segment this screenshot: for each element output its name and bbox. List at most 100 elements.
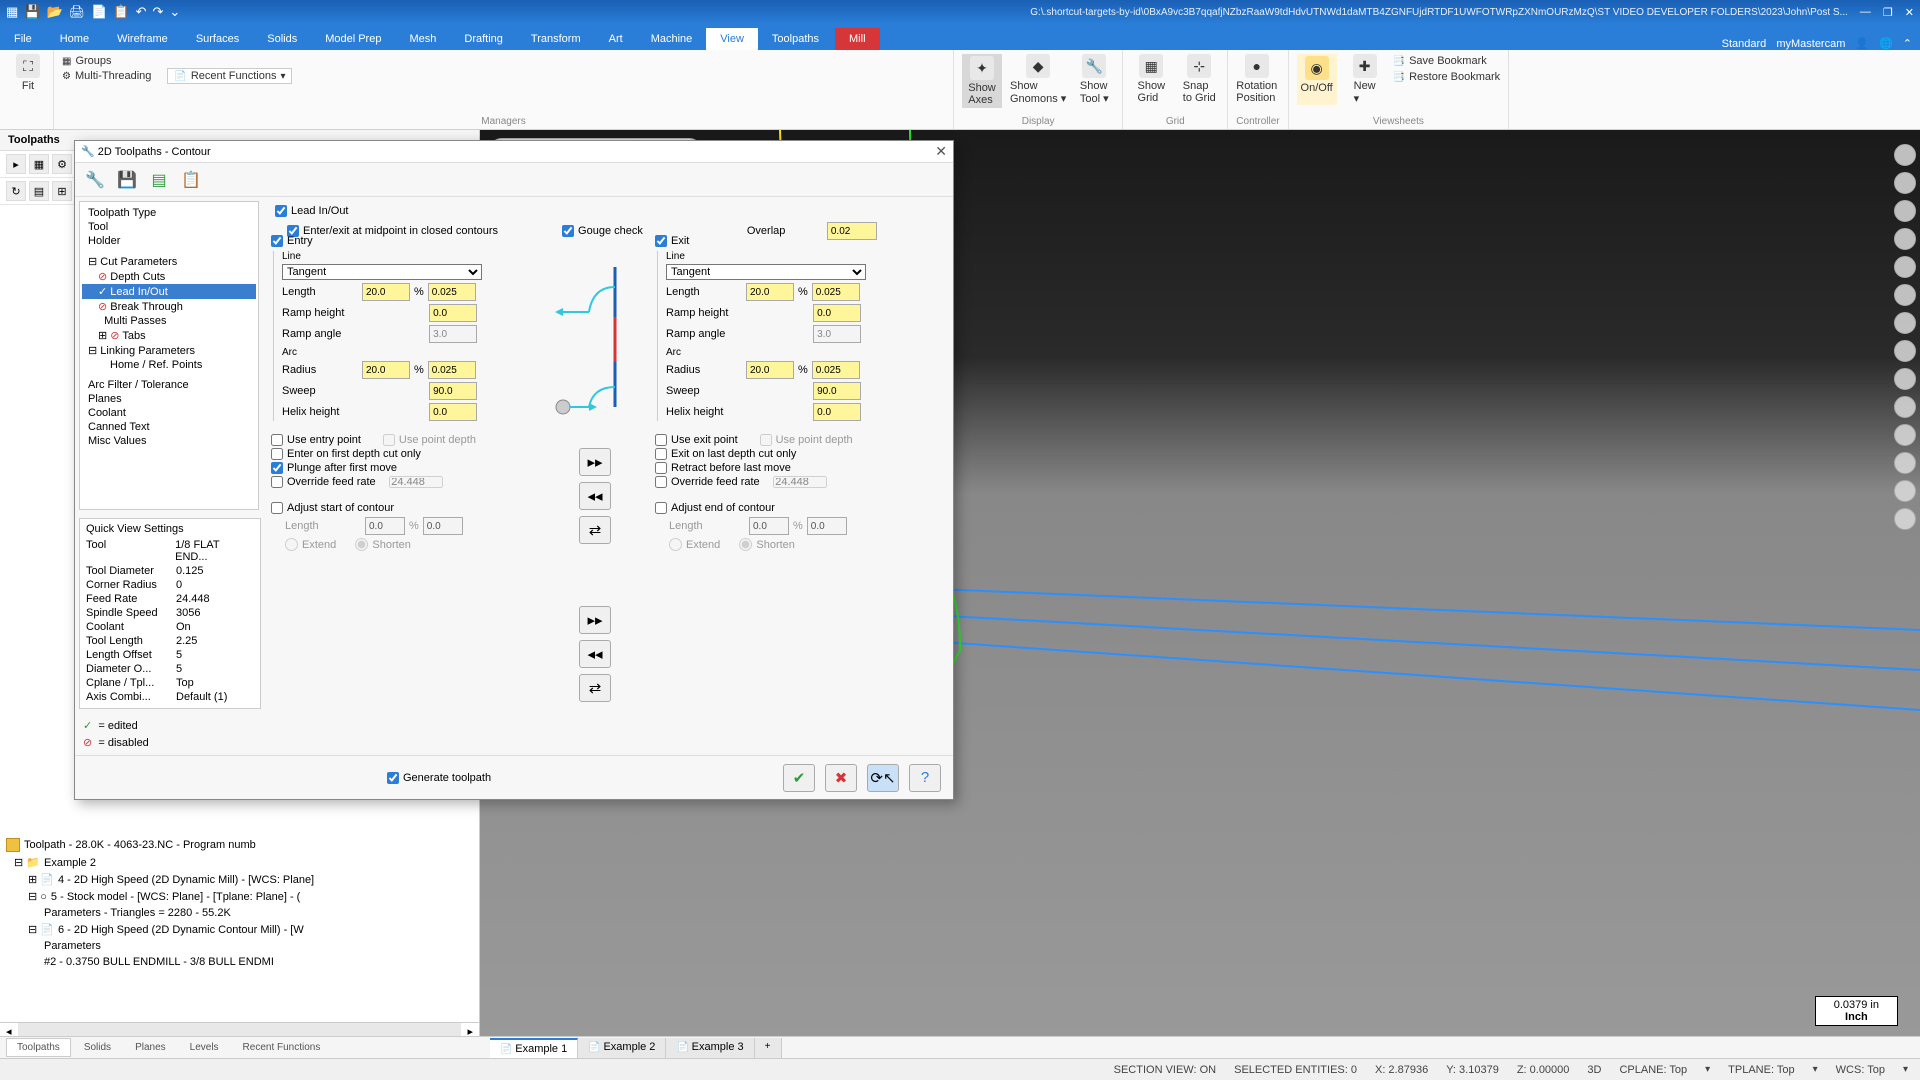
tree-item[interactable]: ⊟ 📄 6 - 2D High Speed (2D Dynamic Contou… [2, 921, 477, 938]
tree-node[interactable]: Multi Passes [82, 314, 256, 328]
show-grid-button[interactable]: ▦Show Grid [1131, 54, 1171, 104]
lead-in-out-checkbox[interactable] [275, 205, 287, 217]
view-tool-icon[interactable] [1894, 256, 1916, 278]
copy-right-button[interactable]: ▸▸ [579, 448, 611, 476]
toolbar-icon[interactable]: ↻ [6, 181, 26, 201]
context-tab-mill[interactable]: Mill [835, 28, 880, 50]
tplane-status[interactable]: TPLANE: Top [1728, 1064, 1794, 1076]
toolbar-icon[interactable]: ▤ [147, 168, 171, 192]
multithreading-link[interactable]: ⚙ Multi-Threading [62, 68, 151, 84]
tree-item[interactable]: Parameters - Triangles = 2280 - 55.2K [2, 905, 477, 921]
view-tool-icon[interactable] [1894, 284, 1916, 306]
view-tool-icon[interactable] [1894, 424, 1916, 446]
toolbar-icon[interactable]: ⚙ [52, 154, 72, 174]
exit-length-field[interactable] [746, 283, 794, 301]
tree-node[interactable]: Home / Ref. Points [82, 358, 256, 372]
show-gnomons-button[interactable]: ◆Show Gnomons ▾ [1010, 54, 1066, 108]
tab-solids[interactable]: Solids [253, 28, 311, 50]
entry-line-type[interactable]: Tangent [282, 264, 482, 280]
operations-tree[interactable]: Toolpath - 28.0K - 4063-23.NC - Program … [0, 832, 479, 1022]
globe-icon[interactable]: 🌐 [1879, 37, 1893, 50]
view-tool-icon[interactable] [1894, 144, 1916, 166]
exit-length-pct-field[interactable] [812, 283, 860, 301]
exit-line-type[interactable]: Tangent [666, 264, 866, 280]
tab-machine[interactable]: Machine [637, 28, 707, 50]
tab-view[interactable]: View [706, 28, 758, 50]
exit-radius-pct-field[interactable] [812, 361, 860, 379]
recent-functions-dropdown[interactable]: 📄 Recent Functions ▾ [167, 68, 292, 84]
viewsheet-tab[interactable]: 📄 Example 2 [578, 1038, 666, 1058]
help-button[interactable]: ? [909, 764, 941, 792]
qat-icon[interactable]: ▦ [6, 4, 18, 20]
view-tool-icon[interactable] [1894, 396, 1916, 418]
onoff-button[interactable]: ◉On/Off [1297, 54, 1337, 105]
tree-node[interactable]: Tool [82, 220, 256, 234]
view-tool-icon[interactable] [1894, 228, 1916, 250]
save-icon[interactable]: 💾 [115, 168, 139, 192]
toolbar-icon[interactable]: ⊞ [52, 181, 72, 201]
rotation-position-button[interactable]: ●Rotation Position [1236, 54, 1277, 104]
dialog-tree[interactable]: Toolpath Type Tool Holder ⊟ Cut Paramete… [79, 201, 259, 510]
tab-mesh[interactable]: Mesh [395, 28, 450, 50]
user-icon[interactable]: 👤 [1855, 37, 1869, 50]
snap-grid-button[interactable]: ⊹Snap to Grid [1179, 54, 1219, 104]
open-icon[interactable]: 📂 [46, 4, 62, 20]
swap-button[interactable]: ⇄ [579, 674, 611, 702]
groups-link[interactable]: ▦ Groups [62, 54, 112, 68]
toolbar-icon[interactable]: ▦ [29, 154, 49, 174]
apply-button[interactable]: ⟳↖ [867, 764, 899, 792]
tree-node[interactable]: Toolpath Type [82, 206, 256, 220]
entry-helix-field[interactable] [429, 403, 477, 421]
entry-rampheight-field[interactable] [429, 304, 477, 322]
tree-node[interactable]: ⊟ Linking Parameters [82, 343, 256, 358]
tab-recent[interactable]: Recent Functions [232, 1038, 332, 1057]
entry-radius-field[interactable] [362, 361, 410, 379]
tab-home[interactable]: Home [46, 28, 103, 50]
tree-node[interactable]: Canned Text [82, 420, 256, 434]
view-tool-icon[interactable] [1894, 368, 1916, 390]
generate-toolpath-checkbox[interactable] [387, 772, 399, 784]
exit-helix-field[interactable] [813, 403, 861, 421]
close-icon[interactable]: ✕ [1905, 6, 1914, 19]
tab-toolpaths[interactable]: Toolpaths [6, 1038, 71, 1057]
plunge-checkbox[interactable] [271, 462, 283, 474]
toolbar-icon[interactable]: ▤ [29, 181, 49, 201]
entry-radius-pct-field[interactable] [428, 361, 476, 379]
restore-bookmark-link[interactable]: 📑 Restore Bookmark [1393, 70, 1501, 84]
show-axes-button[interactable]: ✦Show Axes [962, 54, 1002, 108]
fit-button[interactable]: ⛶Fit [8, 54, 48, 92]
tree-item[interactable]: Parameters [2, 938, 477, 954]
tab-solids[interactable]: Solids [73, 1038, 122, 1057]
override-feed-checkbox[interactable] [271, 476, 283, 488]
view-mode[interactable]: 3D [1587, 1064, 1601, 1076]
override-feed-exit-checkbox[interactable] [655, 476, 667, 488]
view-tool-icon[interactable] [1894, 480, 1916, 502]
show-tool-button[interactable]: 🔧Show Tool ▾ [1074, 54, 1114, 108]
tree-item[interactable]: ⊞ 📄 4 - 2D High Speed (2D Dynamic Mill) … [2, 871, 477, 888]
swap-button[interactable]: ⇄ [579, 516, 611, 544]
entry-length-field[interactable] [362, 283, 410, 301]
tree-node[interactable]: Holder [82, 234, 256, 248]
tree-item[interactable]: ⊟ 📁 Example 2 [2, 854, 477, 871]
enter-first-checkbox[interactable] [271, 448, 283, 460]
tree-item[interactable]: Toolpath - 28.0K - 4063-23.NC - Program … [2, 836, 477, 854]
mymastercam-label[interactable]: myMastercam [1776, 38, 1845, 50]
tab-wireframe[interactable]: Wireframe [103, 28, 182, 50]
chevron-up-icon[interactable]: ⌃ [1903, 37, 1912, 50]
section-view-status[interactable]: SECTION VIEW: ON [1114, 1064, 1216, 1076]
tab-art[interactable]: Art [595, 28, 637, 50]
tab-surfaces[interactable]: Surfaces [182, 28, 253, 50]
tree-node[interactable]: Arc Filter / Tolerance [82, 378, 256, 392]
tree-node[interactable]: Coolant [82, 406, 256, 420]
minimize-icon[interactable]: — [1860, 6, 1871, 18]
tree-node[interactable]: ⊘ Depth Cuts [82, 269, 256, 284]
entry-sweep-field[interactable] [429, 382, 477, 400]
adjust-end-checkbox[interactable] [655, 502, 667, 514]
add-viewsheet-button[interactable]: + [755, 1038, 782, 1058]
copy-right-button[interactable]: ▸▸ [579, 606, 611, 634]
gouge-checkbox[interactable] [562, 225, 574, 237]
tab-file[interactable]: File [0, 28, 46, 50]
exit-radius-field[interactable] [746, 361, 794, 379]
close-icon[interactable]: ✕ [935, 143, 947, 160]
exit-rampheight-field[interactable] [813, 304, 861, 322]
